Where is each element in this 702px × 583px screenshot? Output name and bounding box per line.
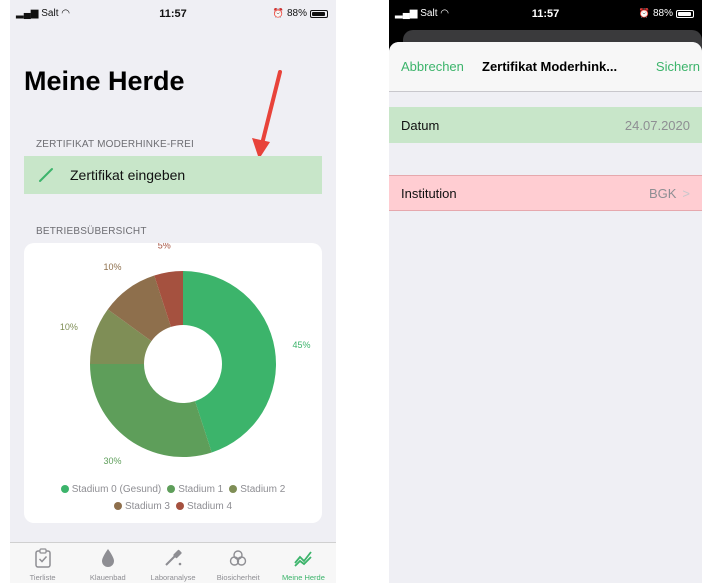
nav-bar: Abbrechen Zertifikat Moderhink... Sicher… (389, 42, 702, 92)
legend-swatch (229, 485, 238, 493)
institution-value: BGK (648, 185, 677, 201)
tab-biosicherheit[interactable]: Biosicherheit (206, 543, 271, 583)
slice-value-label-3: 10% (103, 262, 121, 272)
legend-row: Stadium 3 Stadium 4 (24, 498, 322, 515)
slice-value-label-1: 30% (103, 456, 121, 466)
herd-overview-card: 45% 30% 10% 10% 5% Stadium 0 (Gesund) Stadium… (24, 240, 322, 523)
cert-section-label: ZERTIFIKAT MODERHINKE-FREI (36, 139, 194, 150)
legend-row: Stadium 0 (Gesund) Stadium 1 Stadium 2 (24, 481, 322, 498)
institution-label: Institution (401, 185, 457, 201)
slice-value-label-2: 10% (60, 322, 78, 332)
date-value: 24.07.2020 (624, 117, 690, 133)
date-label: Datum (401, 117, 440, 133)
chart-legend: Stadium 0 (Gesund) Stadium 1 Stadium 2 Stad… (24, 481, 322, 515)
pencil-icon (38, 167, 54, 183)
right-phone-screen: ▂▄▆ Salt ◠ 11:57 ⏰ 88% Abbrechen Zertifi… (389, 0, 702, 583)
status-bar: ▂▄▆ Salt ◠ 11:57 ⏰ 88% (10, 0, 336, 28)
legend-label: Stadium 3 (124, 501, 170, 512)
donut-chart: 45% 30% 10% 10% 5% (60, 240, 311, 466)
battery-icon (310, 9, 328, 18)
battery-indicator: ⏰ 88% (639, 8, 694, 19)
save-button[interactable]: Sichern (656, 59, 700, 74)
donut-slice-1[interactable] (90, 364, 212, 457)
tab-klauenbad[interactable]: Klauenbad (75, 543, 140, 583)
slice-value-label-0: 45% (293, 340, 311, 350)
institution-value-wrap: BGK > (649, 186, 690, 201)
tab-tierliste[interactable]: Tierliste (10, 543, 75, 583)
legend-item: Stadium 1 (167, 481, 223, 498)
enter-certificate-button[interactable]: Zertifikat eingeben (24, 156, 322, 194)
legend-item: Stadium 0 (Gesund) (60, 481, 162, 498)
tab-bar: Tierliste Klauenbad Laboranalyse Biosich… (10, 542, 336, 583)
alarm-icon: ⏰ (272, 8, 284, 18)
legend-item: Stadium 4 (176, 498, 232, 515)
nav-title: Zertifikat Moderhink... (482, 59, 618, 74)
overview-section-label: BETRIEBSÜBERSICHT (36, 226, 147, 237)
clipboard-check-icon (34, 547, 52, 569)
legend-label: Stadium 2 (240, 484, 286, 495)
battery-icon (676, 9, 694, 18)
legend-swatch (60, 485, 69, 493)
trend-icon (293, 547, 313, 569)
drop-icon (101, 547, 115, 569)
tab-laboranalyse[interactable]: Laboranalyse (140, 543, 205, 583)
legend-label: Stadium 4 (187, 501, 233, 512)
legend-label: Stadium 1 (178, 484, 224, 495)
certificate-form-sheet: Abbrechen Zertifikat Moderhink... Sicher… (389, 42, 702, 583)
status-bar: ▂▄▆ Salt ◠ 11:57 ⏰ 88% (389, 0, 702, 28)
biohazard-icon (228, 547, 248, 569)
date-row[interactable]: Datum 24.07.2020 (389, 107, 702, 143)
institution-row[interactable]: Institution BGK > (389, 175, 702, 211)
chevron-right-icon: > (682, 185, 690, 201)
legend-item: Stadium 3 (113, 498, 170, 515)
slice-value-label-4: 5% (158, 243, 171, 250)
tab-meine-herde[interactable]: Meine Herde (271, 543, 336, 583)
pipette-icon (163, 547, 183, 569)
legend-swatch (113, 502, 122, 510)
alarm-icon: ⏰ (638, 8, 650, 18)
annotation-arrow-icon (252, 70, 282, 159)
left-phone-screen: ▂▄▆ Salt ◠ 11:57 ⏰ 88% Meine Herde ZERTI… (10, 0, 336, 583)
legend-label: Stadium 0 (Gesund) (71, 484, 162, 495)
cancel-button[interactable]: Abbrechen (401, 59, 464, 74)
enter-certificate-label: Zertifikat eingeben (70, 167, 186, 183)
page-title: Meine Herde (24, 66, 185, 96)
legend-swatch (176, 502, 184, 510)
legend-swatch (167, 485, 176, 493)
battery-indicator: ⏰ 88% (273, 8, 328, 19)
legend-item: Stadium 2 (229, 481, 285, 498)
